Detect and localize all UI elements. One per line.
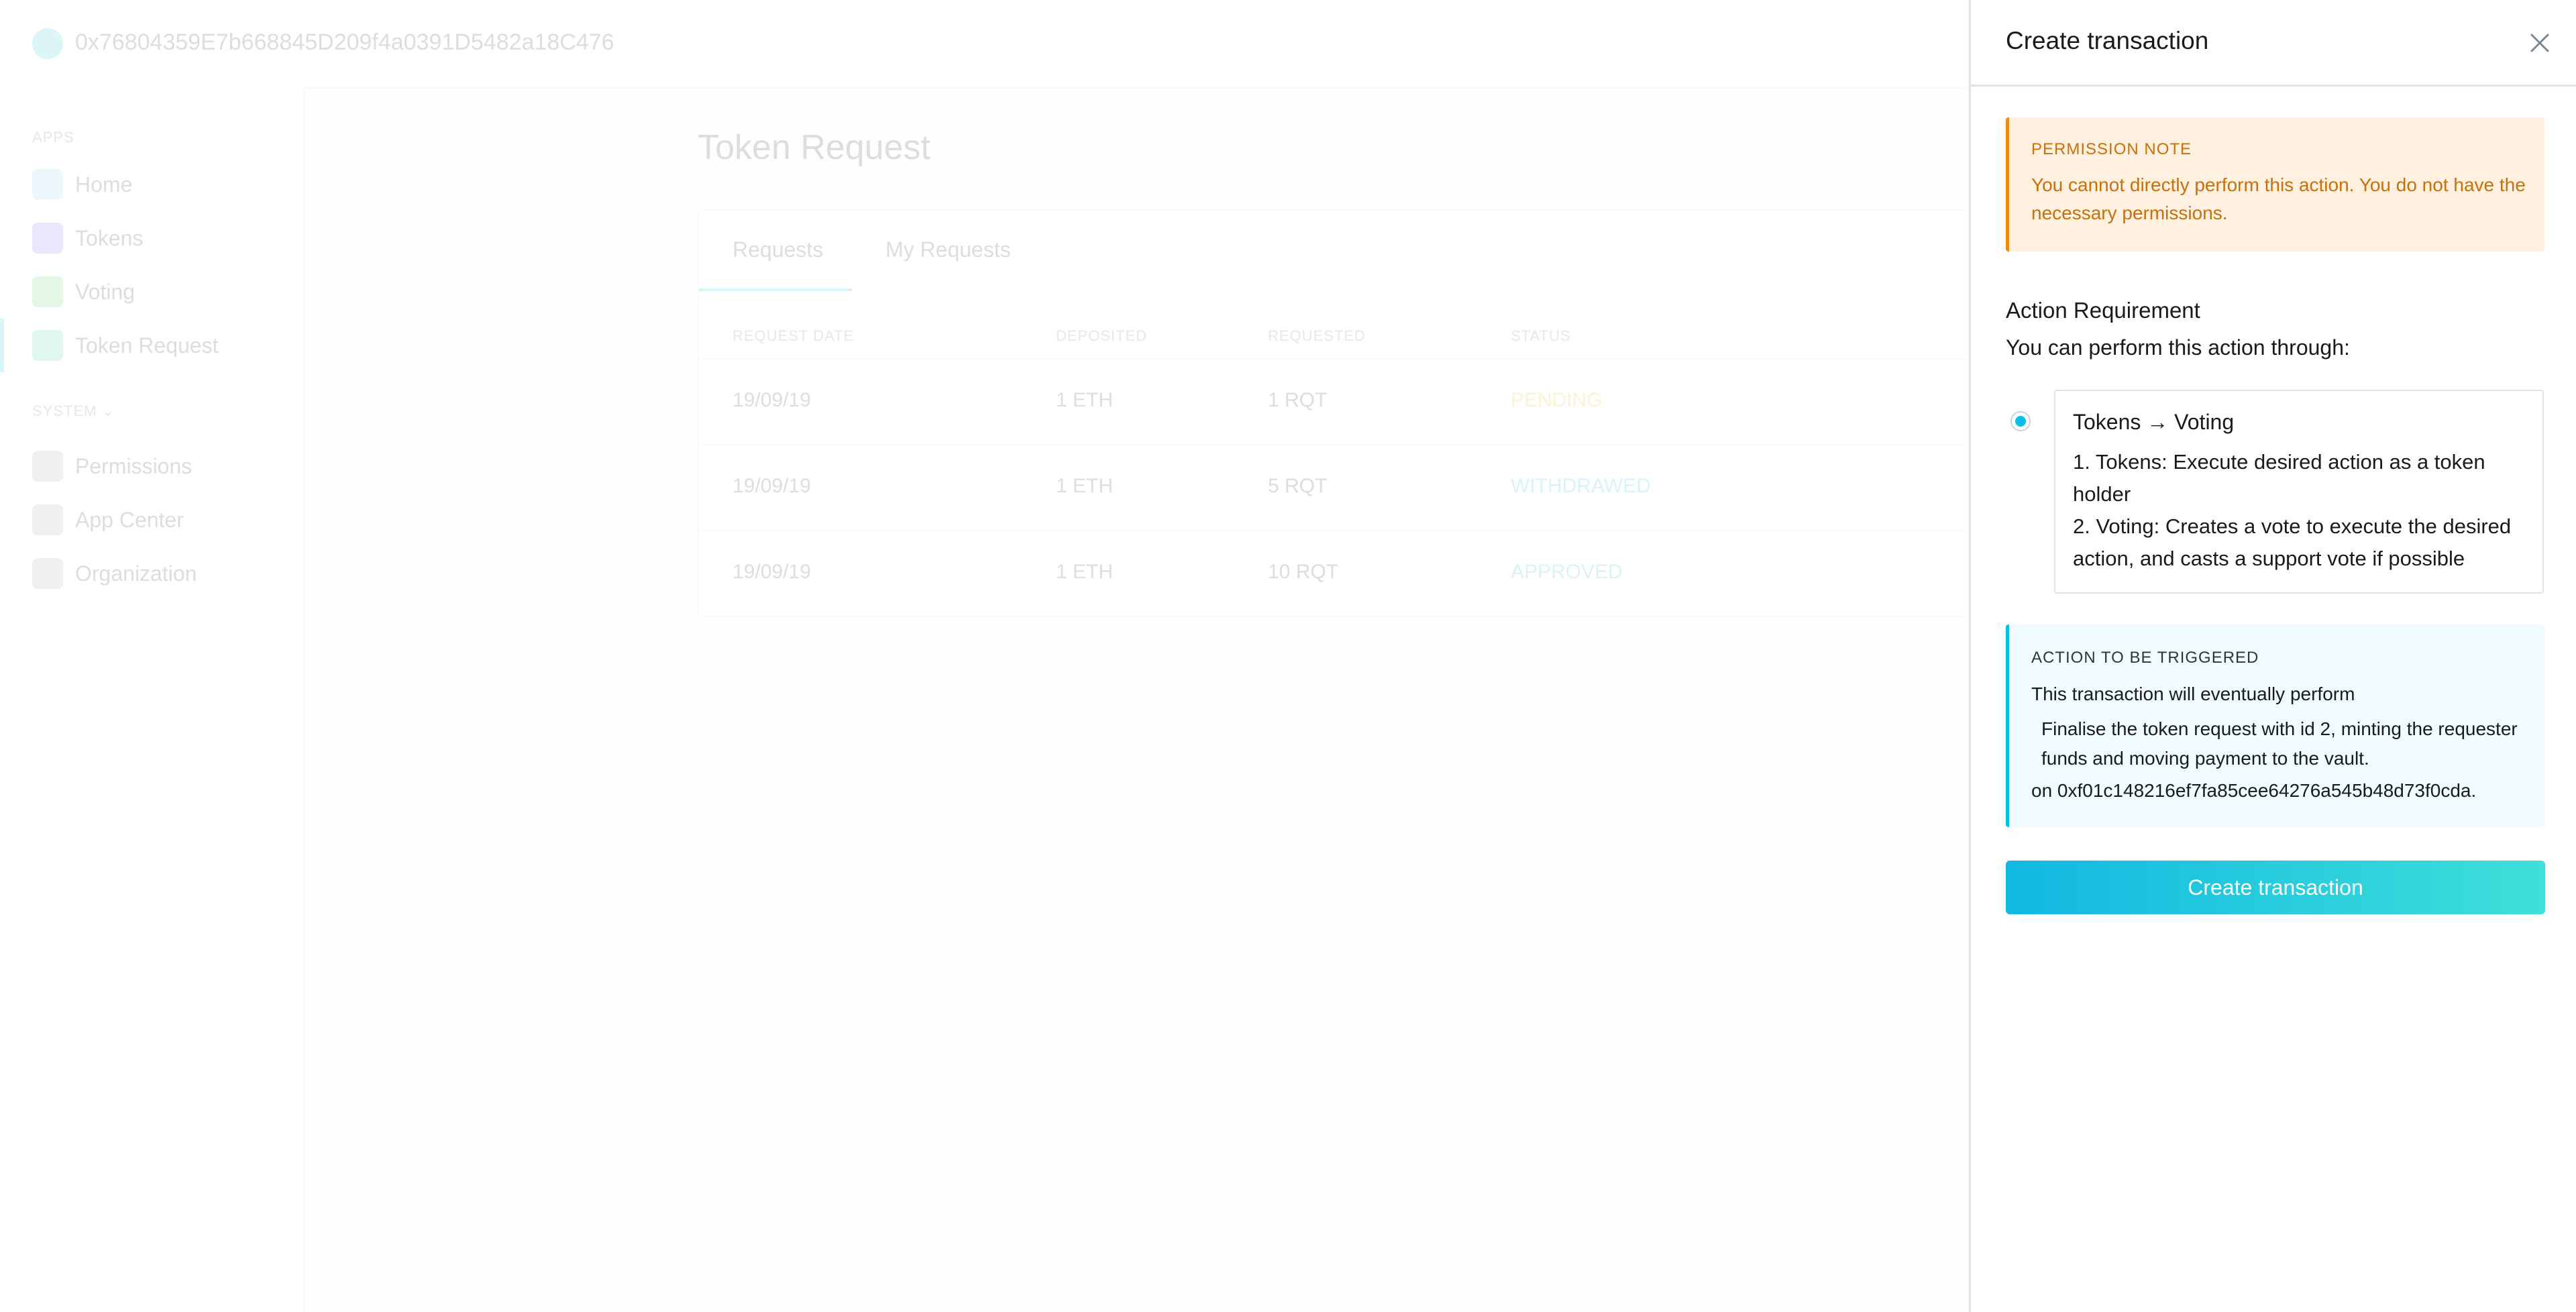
table-row[interactable]: 19/09/19 1 ETH 1 RQT PENDING	[699, 358, 1974, 444]
permissions-icon	[32, 451, 63, 482]
request-date-cell: 19/09/19	[733, 389, 811, 411]
trigger-intro: This transaction will eventually perform	[2031, 684, 2355, 704]
sidebar-item-permissions[interactable]: Permissions	[32, 449, 192, 483]
requested-cell: 5 RQT	[1268, 475, 1328, 497]
chevron-down-icon: ⌄	[101, 402, 115, 419]
background-app: 0x76804359E7b668845D209f4a0391D5482a18C4…	[0, 0, 1975, 1312]
app-center-icon	[32, 504, 63, 535]
organization-icon	[32, 558, 63, 589]
trigger-target-address: on 0xf01c148216ef7fa85cee64276a545b48d73…	[2031, 780, 2477, 801]
requested-cell: 10 RQT	[1268, 561, 1339, 583]
column-header-requested: REQUESTED	[1268, 327, 1366, 344]
status-badge: WITHDRAWED	[1511, 475, 1651, 497]
status-badge: PENDING	[1511, 389, 1603, 411]
action-requirement-subtext: You can perform this action through:	[2006, 335, 2350, 360]
app-header: 0x76804359E7b668845D209f4a0391D5482a18C4…	[0, 0, 1969, 89]
requests-card: Requests My Requests REQUEST DATE DEPOSI…	[698, 209, 1975, 617]
sidebar-system-heading[interactable]: SYSTEM ⌄	[32, 402, 115, 420]
account-avatar	[32, 28, 63, 59]
path-option-radio[interactable]	[2010, 411, 2031, 431]
panel-title: Create transaction	[2006, 27, 2209, 54]
sidebar-item-label: Voting	[75, 279, 135, 304]
sidebar-item-home[interactable]: Home	[32, 168, 132, 201]
sidebar-item-label: App Center	[75, 507, 184, 532]
request-date-cell: 19/09/19	[733, 561, 811, 583]
sidebar-item-tokens[interactable]: Tokens	[32, 221, 143, 255]
path-step-tokens: 1. Tokens: Execute desired action as a t…	[2073, 450, 2485, 506]
path-option-title: Tokens → Voting	[2073, 410, 2235, 434]
deposited-cell: 1 ETH	[1056, 475, 1114, 497]
status-badge: APPROVED	[1511, 561, 1623, 583]
path-option-tokens-voting[interactable]: Tokens → Voting 1. Tokens: Execute desir…	[2054, 390, 2544, 594]
action-requirement-heading: Action Requirement	[2006, 298, 2200, 323]
token-request-icon	[32, 330, 63, 361]
table-row[interactable]: 19/09/19 1 ETH 10 RQT APPROVED	[699, 530, 1974, 616]
sidebar-item-label: Organization	[75, 561, 197, 586]
sidebar-apps-heading: APPS	[32, 129, 74, 146]
close-icon	[2530, 34, 2549, 52]
action-to-be-triggered: ACTION TO BE TRIGGERED This transaction …	[2006, 624, 2544, 827]
account-address: 0x76804359E7b668845D209f4a0391D5482a18C4…	[75, 30, 614, 55]
deposited-cell: 1 ETH	[1056, 561, 1114, 583]
trigger-description: Finalise the token request with id 2, mi…	[2041, 718, 2518, 769]
tab-my-requests[interactable]: My Requests	[885, 237, 1011, 262]
column-header-deposited: DEPOSITED	[1056, 327, 1148, 344]
voting-icon	[32, 276, 63, 307]
sidebar-system-label: SYSTEM	[32, 402, 97, 419]
sidebar: APPS Home Tokens Voting Token Request SY…	[0, 87, 305, 1312]
sidebar-item-label: Permissions	[75, 453, 193, 478]
tab-requests[interactable]: Requests	[733, 237, 823, 262]
create-transaction-panel: Create transaction PERMISSION NOTE You c…	[1969, 0, 2576, 1312]
home-icon	[32, 169, 63, 200]
permission-note-body: You cannot directly perform this action.…	[2031, 174, 2526, 223]
page-title: Token Request	[698, 128, 930, 167]
column-header-status: STATUS	[1511, 327, 1571, 344]
sidebar-item-organization[interactable]: Organization	[32, 557, 197, 590]
panel-header: Create transaction	[1971, 0, 2576, 87]
deposited-cell: 1 ETH	[1056, 389, 1114, 411]
sidebar-item-label: Token Request	[75, 333, 219, 358]
permission-note-heading: PERMISSION NOTE	[2031, 140, 2192, 158]
column-header-request-date: REQUEST DATE	[733, 327, 855, 344]
sidebar-active-indicator	[0, 319, 4, 372]
requested-cell: 1 RQT	[1268, 389, 1328, 411]
table-row[interactable]: 19/09/19 1 ETH 5 RQT WITHDRAWED	[699, 444, 1974, 530]
sidebar-item-app-center[interactable]: App Center	[32, 503, 184, 537]
create-transaction-button[interactable]: Create transaction	[2006, 861, 2545, 914]
trigger-heading: ACTION TO BE TRIGGERED	[2031, 649, 2259, 667]
tokens-icon	[32, 223, 63, 254]
sidebar-item-label: Tokens	[75, 225, 144, 250]
request-date-cell: 19/09/19	[733, 475, 811, 497]
permission-note: PERMISSION NOTE You cannot directly perf…	[2006, 117, 2544, 252]
sidebar-item-token-request[interactable]: Token Request	[32, 329, 218, 362]
close-button[interactable]	[2524, 27, 2556, 59]
sidebar-item-label: Home	[75, 172, 133, 197]
sidebar-item-voting[interactable]: Voting	[32, 275, 135, 309]
path-step-voting: 2. Voting: Creates a vote to execute the…	[2073, 514, 2512, 570]
active-tab-indicator	[699, 288, 852, 291]
